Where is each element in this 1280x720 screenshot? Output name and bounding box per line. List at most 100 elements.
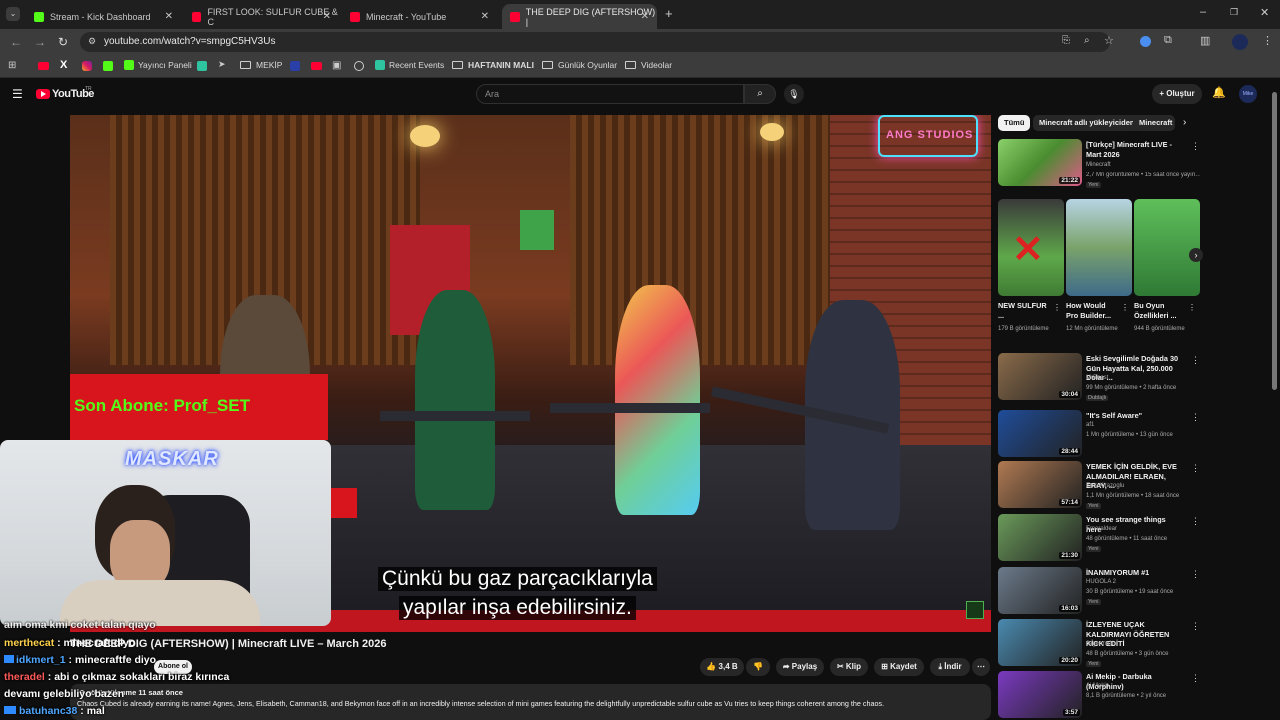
bookmark-app-icon[interactable] [197,61,207,71]
new-tab-button[interactable]: + [665,6,673,21]
account-avatar[interactable]: Mike [1239,85,1257,103]
short-title[interactable]: How Would Pro Builder... [1066,301,1118,320]
chevron-right-icon[interactable]: › [1183,117,1186,128]
bookmark-yayinci-paneli[interactable]: Yayıncı Paneli [124,60,192,70]
rec-thumbnail[interactable]: 21:22 [998,139,1082,186]
bookmark-videolar[interactable]: Videolar [625,60,672,70]
more-options-icon[interactable]: ⋮ [1191,355,1200,366]
more-actions-button[interactable]: ⋯ [972,658,990,676]
dislike-button[interactable]: 👎 [746,658,770,676]
extension-icon[interactable] [1140,36,1151,47]
clip-button[interactable]: ✂ Klip [830,658,868,676]
tab-deep-dig[interactable]: THE DEEP DIG (AFTERSHOW) | ✕ [502,4,657,29]
bookmark-kick-icon[interactable] [103,61,113,71]
tab-minecraft-youtube[interactable]: Minecraft - YouTube ✕ [342,4,497,29]
profile-avatar[interactable] [1232,34,1248,50]
close-tab-icon[interactable]: ✕ [481,11,489,22]
like-button[interactable]: 👍 3,4 B [700,658,744,676]
chip-all[interactable]: Tümü [998,115,1031,131]
rec-thumbnail[interactable]: 57:14 [998,461,1082,508]
bookmark-youtube-icon[interactable] [38,62,49,70]
rec-thumbnail[interactable]: 21:30 [998,514,1082,561]
restore-icon[interactable]: ❐ [1230,7,1238,18]
zoom-icon[interactable]: ⌕ [1084,35,1090,46]
rec-channel[interactable]: af1 [1086,422,1094,428]
install-app-icon[interactable]: ⎘ [1062,35,1070,46]
bookmark-arrow-icon[interactable]: ➤ [218,59,226,70]
rec-thumbnail[interactable]: 20:20 [998,619,1082,666]
more-options-icon[interactable]: ⋮ [1191,463,1200,474]
voice-search-button[interactable]: 🎙 [784,84,804,104]
tab-first-look[interactable]: FIRST LOOK: SULFUR CUBE & C ✕ [184,4,339,29]
rec-thumbnail[interactable]: 28:44 [998,410,1082,457]
download-button[interactable]: ⤓ İndir [930,658,970,676]
youtube-logo-icon[interactable] [36,89,50,99]
browser-menu-icon[interactable]: ⋮ [1262,34,1273,47]
apps-grid-icon[interactable]: ⊞ [8,60,16,71]
bookmark-mekip[interactable]: MEKİP [240,60,282,70]
save-button[interactable]: ⊞ Kaydet [874,658,924,676]
rec-channel[interactable]: Ai Mekip [1086,683,1109,689]
bookmark-gunluk-oyunlar[interactable]: Günlük Oyunlar [542,60,617,70]
tab-list-dropdown-icon[interactable]: ⌄ [6,7,20,21]
site-info-icon[interactable]: ⚙ [88,36,96,47]
bookmark-image-icon[interactable]: ▣ [332,60,341,71]
more-options-icon[interactable]: ⋮ [1191,621,1200,632]
short-title[interactable]: Bu Oyun Özellikleri ... [1134,301,1186,320]
rec-thumbnail[interactable]: 3:57 [998,671,1082,718]
short-thumbnail[interactable] [1134,199,1200,296]
bookmark-recent-events[interactable]: Recent Events [375,60,444,70]
close-tab-icon[interactable]: ✕ [323,11,331,22]
more-options-icon[interactable]: ⋮ [1191,673,1200,684]
chip-from-minecraft[interactable]: Minecraft adlı yükleyiciden [1033,115,1141,131]
more-options-icon[interactable]: ⋮ [1121,303,1129,312]
minimize-icon[interactable]: – [1200,6,1206,18]
bookmark-star-icon[interactable]: ☆ [1104,34,1114,47]
bookmark-youtube-icon[interactable] [311,62,322,70]
tab-kick-dashboard[interactable]: Stream - Kick Dashboard ✕ [26,4,181,29]
bookmark-instagram-icon[interactable] [82,61,92,71]
rec-channel[interactable]: HUGOLA 2 [1086,579,1116,585]
more-options-icon[interactable]: ⋮ [1191,516,1200,527]
rec-title[interactable]: "It's Self Aware" [1086,411,1182,421]
reload-icon[interactable]: ↻ [58,35,68,49]
back-icon[interactable]: ← [10,35,22,49]
more-options-icon[interactable]: ⋮ [1191,141,1200,152]
rec-title[interactable]: [Türkçe] Minecraft LIVE - Mart 2026 [1086,140,1182,159]
sidebar-toggle-icon[interactable]: ▥ [1200,34,1210,47]
close-tab-icon[interactable]: ✕ [165,11,173,22]
more-options-icon[interactable]: ⋮ [1053,303,1061,312]
rec-channel[interactable]: MrBeast [1086,375,1108,381]
extensions-puzzle-icon[interactable]: ⧉ [1164,34,1172,47]
bookmark-x-icon[interactable]: X [60,59,67,71]
bookmark-haftanin-mali[interactable]: HAFTANIN MALI [452,60,534,70]
share-button[interactable]: ➦ Paylaş [776,658,824,676]
rec-thumbnail[interactable]: 16:03 [998,567,1082,614]
notifications-bell-icon[interactable]: 🔔 [1212,86,1226,99]
close-tab-icon[interactable]: ✕ [641,11,649,22]
bookmark-circle-icon[interactable] [354,61,364,71]
search-button[interactable]: ⌕ [744,84,776,104]
more-options-icon[interactable]: ⋮ [1191,412,1200,423]
rec-title[interactable]: İNANMIYORUM #1 [1086,568,1182,578]
short-title[interactable]: NEW SULFUR ... [998,301,1050,320]
rec-thumbnail[interactable]: 30:04 [998,353,1082,400]
bookmark-site-icon[interactable] [290,61,300,71]
rec-channel[interactable]: JagermaN [1086,641,1114,647]
more-options-icon[interactable]: ⋮ [1188,303,1196,312]
create-button[interactable]: + Oluştur [1152,84,1202,104]
shorts-next-icon[interactable]: › [1189,248,1203,262]
search-input[interactable]: Ara [476,84,744,104]
short-thumbnail[interactable] [1066,199,1132,296]
hamburger-menu-icon[interactable]: ☰ [12,87,23,101]
rec-channel[interactable]: Minecraft [1086,162,1111,168]
url-field[interactable]: ⚙ youtube.com/watch?v=smpgC5HV3Us ⎘ ⌕ ☆ [80,32,1114,52]
forward-icon[interactable]: → [34,35,46,49]
page-scrollbar[interactable] [1272,92,1277,390]
chip-minecraft[interactable]: Minecraft [1133,115,1175,131]
close-window-icon[interactable]: ✕ [1260,6,1269,19]
more-options-icon[interactable]: ⋮ [1191,569,1200,580]
rec-channel[interactable]: Enis Kirazoglu [1086,483,1124,489]
rec-channel[interactable]: Emeraldear [1086,526,1117,532]
short-thumbnail[interactable]: ✕ [998,199,1064,296]
